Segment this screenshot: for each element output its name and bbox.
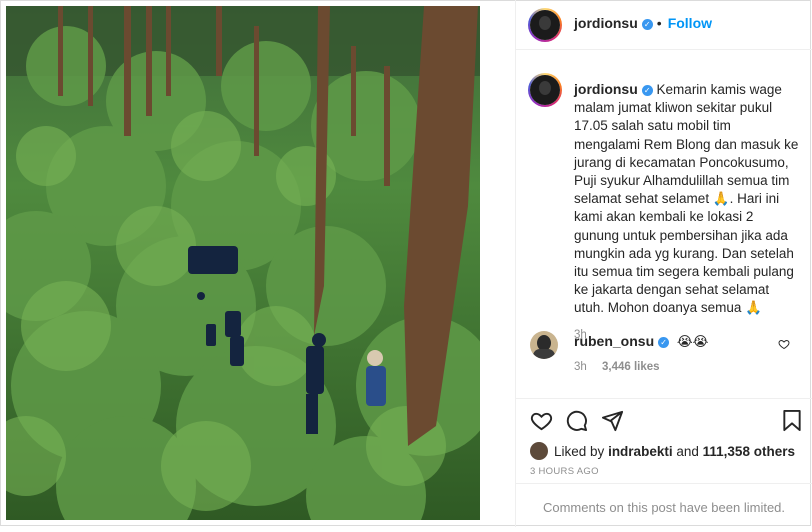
- separator-dot: •: [656, 15, 662, 31]
- caption-avatar[interactable]: [528, 73, 562, 107]
- comment-author[interactable]: ruben_onsu: [574, 333, 654, 349]
- comment-icon[interactable]: [565, 409, 588, 432]
- post-header: jordionsu ✓ • Follow: [516, 0, 812, 50]
- post-caption: jordionsu ✓ Kemarin kamis wage malam juma…: [574, 80, 800, 344]
- bookmark-icon[interactable]: [782, 409, 802, 432]
- forest-photo: [6, 6, 480, 520]
- verified-icon: ✓: [641, 85, 653, 96]
- liked-by: Liked by indrabekti and 111,358 others: [530, 442, 795, 460]
- commenter-avatar[interactable]: [530, 331, 558, 359]
- verified-icon: ✓: [658, 337, 670, 348]
- comment-text: 😭😭: [676, 334, 709, 349]
- follow-button[interactable]: Follow: [668, 15, 712, 31]
- comment-like-icon[interactable]: [778, 338, 790, 350]
- caption-text: Kemarin kamis wage malam jumat kliwon se…: [574, 82, 799, 316]
- post-time[interactable]: 3 HOURS AGO: [530, 466, 599, 477]
- comment-meta: 3h 3,446 likes: [574, 361, 672, 373]
- liked-by-connector: and: [676, 443, 699, 459]
- comment: ruben_onsu ✓ 😭😭: [574, 333, 708, 350]
- liked-by-prefix: Liked by: [554, 443, 605, 459]
- author-username[interactable]: jordionsu: [574, 15, 638, 31]
- author-avatar[interactable]: [528, 8, 562, 42]
- liker-username[interactable]: indrabekti: [608, 444, 673, 459]
- liker-avatar[interactable]: [530, 442, 548, 460]
- post-photo[interactable]: [6, 6, 480, 520]
- action-bar: [516, 398, 812, 443]
- comment-time[interactable]: 3h: [574, 361, 587, 373]
- comment-likes[interactable]: 3,446 likes: [602, 361, 660, 373]
- verified-icon: ✓: [641, 19, 653, 30]
- likes-count[interactable]: 111,358 others: [703, 444, 795, 459]
- heart-icon[interactable]: [530, 409, 553, 432]
- comments-limited-notice: Comments on this post have been limited.: [516, 483, 812, 528]
- post-sidebar: jordionsu ✓ • Follow jordionsu ✓ Kemarin kam…: [515, 0, 812, 527]
- send-icon[interactable]: [601, 409, 624, 432]
- caption-author[interactable]: jordionsu: [574, 81, 638, 97]
